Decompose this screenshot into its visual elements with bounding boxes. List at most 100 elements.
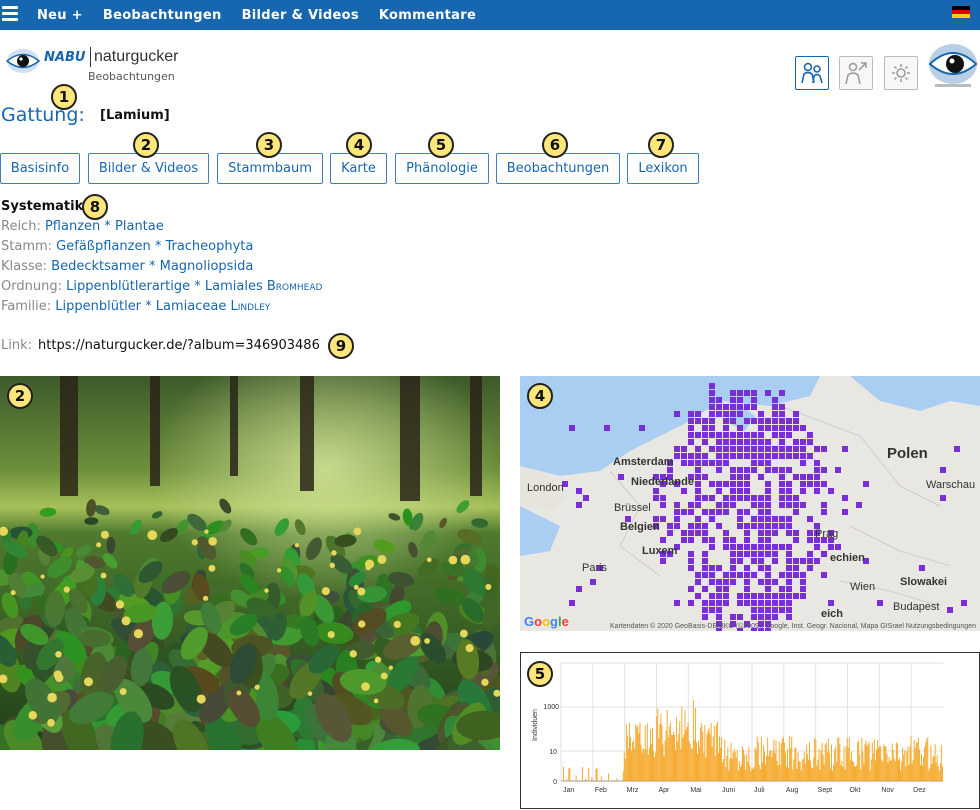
phenology-bar	[758, 764, 760, 781]
phenology-bar	[931, 763, 933, 781]
phenology-ytick-10: 10	[549, 749, 557, 756]
occurrence-cell	[723, 404, 729, 410]
german-flag-icon[interactable]	[952, 6, 970, 18]
settings-button[interactable]	[884, 56, 918, 90]
occurrence-cell	[758, 565, 764, 571]
map-label-budapest: Budapest	[893, 601, 940, 613]
occurrence-cell	[737, 432, 743, 438]
occurrence-cell	[737, 467, 743, 473]
occurrence-cell	[730, 572, 736, 578]
occurrence-cell	[695, 572, 701, 578]
phenology-bar	[933, 755, 935, 781]
phenology-bar	[640, 744, 642, 781]
phenology-bar	[778, 741, 780, 781]
taxon-link-stamm[interactable]: Gefäßpflanzen * Tracheophyta	[56, 239, 253, 254]
phenology-bar	[690, 748, 692, 781]
occurrence-cell	[660, 502, 666, 508]
album-url[interactable]: https://naturgucker.de/?album=346903486	[38, 338, 320, 353]
flower-dot	[481, 678, 489, 686]
phenology-bar	[903, 754, 905, 781]
phenology-bar	[634, 748, 636, 781]
phenology-bar	[796, 768, 798, 781]
phenology-bar	[894, 761, 896, 781]
species-photo[interactable]	[0, 376, 500, 750]
phenology-bar	[890, 760, 892, 781]
occurrence-cell	[730, 390, 736, 396]
map-label-bruessel: Brüssel	[614, 502, 651, 514]
occurrence-cell	[744, 453, 750, 459]
share-person-button[interactable]	[839, 56, 873, 90]
occurrence-cell	[765, 607, 771, 613]
phenology-bar	[926, 739, 928, 781]
phenology-bar	[870, 759, 872, 781]
phenology-bar	[651, 744, 652, 781]
naturgucker-eye-badge-icon[interactable]	[927, 40, 979, 92]
phenology-bar	[626, 735, 628, 781]
occurrence-cell	[576, 586, 582, 592]
phenology-bar	[679, 721, 681, 781]
phenology-bar	[745, 769, 747, 781]
phenology-bar	[843, 746, 845, 781]
phenology-bar	[757, 741, 759, 781]
phenology-bar	[625, 724, 627, 781]
phenology-bar	[809, 741, 810, 781]
occurrence-cell	[772, 453, 778, 459]
phenology-bar	[800, 770, 802, 781]
occurrence-cell	[793, 411, 799, 417]
map-attribution[interactable]: Kartendaten © 2020 GeoBasis-DE/BKG (©200…	[610, 623, 976, 630]
nav-kommentare[interactable]: Kommentare	[379, 8, 476, 23]
occurrence-cell	[709, 495, 715, 501]
occurrence-cell	[842, 509, 848, 515]
occurrence-cell	[730, 614, 736, 620]
occurrence-cell	[793, 439, 799, 445]
taxon-link-familie[interactable]: Lippenblütler * Lamiaceae Lindley	[55, 299, 270, 314]
phenology-bar	[753, 767, 755, 781]
occurrence-cell	[800, 579, 806, 585]
phenology-bar	[828, 752, 830, 781]
occurrence-cell	[793, 418, 799, 424]
hamburger-menu-icon[interactable]	[2, 6, 18, 22]
marker-1: 1	[51, 84, 77, 110]
phenology-bar	[814, 737, 816, 781]
phenology-bar	[667, 737, 669, 781]
taxon-link-klasse[interactable]: Bedecktsamer * Magnoliopsida	[51, 259, 253, 274]
occurrence-cell	[744, 390, 750, 396]
occurrence-cell	[716, 502, 722, 508]
taxon-author: Bromhead	[266, 279, 323, 294]
occurrence-cell	[772, 404, 778, 410]
occurrence-cell	[730, 404, 736, 410]
nav-bilder-videos[interactable]: Bilder & Videos	[242, 8, 359, 23]
occurrence-cell	[688, 418, 694, 424]
occurrence-cell	[765, 495, 771, 501]
nav-neu[interactable]: Neu +	[37, 8, 83, 23]
phenology-chart-svg: Individuen 0 10 1000 Jan Feb Mrz Apr Mai Juni…	[532, 662, 943, 794]
occurrence-cell	[772, 551, 778, 557]
systematik-section: Systematik Reich: Pflanzen * Plantae Sta…	[1, 197, 322, 317]
phenology-bar	[896, 743, 898, 781]
occurrence-cell	[751, 593, 757, 599]
phenology-bar	[569, 768, 571, 781]
occurrence-cell	[814, 446, 820, 452]
taxon-link-reich[interactable]: Pflanzen * Plantae	[45, 219, 164, 234]
occurrence-cell	[702, 432, 708, 438]
occurrence-cell	[793, 509, 799, 515]
phenology-bar	[563, 766, 565, 781]
occurrence-cell	[702, 537, 708, 543]
occurrence-cell	[723, 495, 729, 501]
tab-basisinfo[interactable]: Basisinfo	[0, 153, 80, 184]
occurrence-cell	[758, 432, 764, 438]
phenology-bar	[761, 762, 763, 781]
occurrence-cell	[723, 572, 729, 578]
occurrence-cell	[744, 418, 750, 424]
distribution-map[interactable]: Amsterdam Niederlande London Brüssel Bel…	[520, 376, 980, 631]
phenology-bar	[707, 730, 709, 781]
taxon-link-ordnung[interactable]: Lippenblütlerartige * Lamiales Bromhead	[66, 279, 322, 294]
nav-beobachtungen[interactable]: Beobachtungen	[103, 8, 222, 23]
people-button[interactable]	[795, 56, 829, 90]
occurrence-cell	[800, 558, 806, 564]
nabu-naturgucker-logo[interactable]: NABU naturgucker Beobachtungen	[6, 42, 179, 86]
phenology-bar	[883, 744, 885, 781]
phenology-bar	[627, 748, 629, 781]
occurrence-cell	[786, 453, 792, 459]
occurrence-cell	[814, 481, 820, 487]
